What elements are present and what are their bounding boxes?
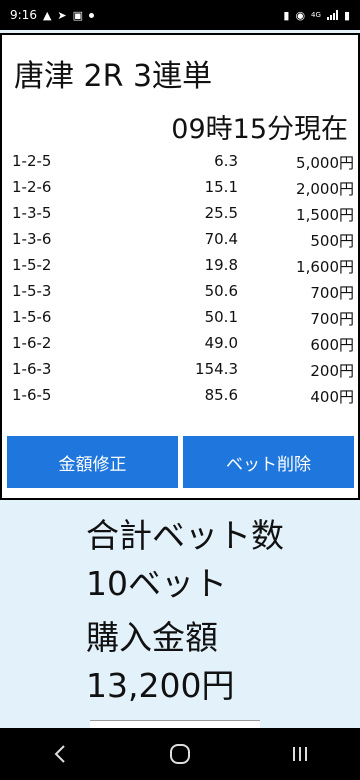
location-icon: ◉ bbox=[295, 8, 306, 22]
bet-amount: 700円 bbox=[310, 284, 354, 302]
bet-combination: 1-3-5 bbox=[12, 204, 52, 222]
bet-odds: 85.6 bbox=[204, 386, 238, 404]
warning-icon: ▲ bbox=[42, 8, 52, 22]
bet-odds: 50.6 bbox=[204, 282, 238, 300]
notification-dot-icon bbox=[89, 12, 95, 18]
back-button[interactable] bbox=[30, 734, 90, 774]
bet-row: 1-3-6 70.4 500円 bbox=[2, 227, 358, 253]
bet-combination: 1-2-5 bbox=[12, 152, 52, 170]
bet-odds: 6.3 bbox=[214, 152, 238, 170]
total-bets-label: 合計ベット数 bbox=[86, 516, 284, 555]
bet-odds: 49.0 bbox=[204, 334, 238, 352]
bet-amount: 2,000円 bbox=[296, 180, 354, 198]
bet-amount: 200円 bbox=[310, 362, 354, 380]
delete-bet-button[interactable]: ベット削除 bbox=[183, 436, 354, 488]
home-button[interactable] bbox=[150, 734, 210, 774]
bet-row: 1-2-6 15.1 2,000円 bbox=[2, 175, 358, 201]
bet-odds: 154.3 bbox=[195, 360, 238, 378]
image-icon: ▣ bbox=[72, 8, 84, 22]
race-title: 唐津 2R 3連単 bbox=[14, 59, 213, 94]
bet-combination: 1-2-6 bbox=[12, 178, 52, 196]
signal-icon bbox=[326, 10, 338, 20]
bet-amount: 5,000円 bbox=[296, 154, 354, 172]
bet-combination: 1-5-2 bbox=[12, 256, 52, 274]
bet-amount: 700円 bbox=[310, 310, 354, 328]
status-left: 9:16 ▲ ➤ ▣ bbox=[10, 8, 95, 22]
bet-card: 唐津 2R 3連単 09時15分現在 1-2-5 6.3 5,000円 1-2-… bbox=[0, 33, 360, 500]
odds-timestamp: 09時15分現在 bbox=[171, 114, 348, 145]
bet-row: 1-5-6 50.1 700円 bbox=[2, 305, 358, 331]
bet-row: 1-5-2 19.8 1,600円 bbox=[2, 253, 358, 279]
status-time: 9:16 bbox=[10, 8, 37, 22]
bet-amount: 600円 bbox=[310, 336, 354, 354]
recents-button[interactable] bbox=[270, 734, 330, 774]
bet-odds: 50.1 bbox=[204, 308, 238, 326]
bet-row: 1-6-5 85.6 400円 bbox=[2, 383, 358, 409]
bet-combination: 1-6-2 bbox=[12, 334, 52, 352]
bet-row: 1-5-3 50.6 700円 bbox=[2, 279, 358, 305]
bet-row: 1-6-2 49.0 600円 bbox=[2, 331, 358, 357]
bet-amount: 1,500円 bbox=[296, 206, 354, 224]
total-bets-value: 10ベット bbox=[86, 564, 227, 603]
bet-combination: 1-5-6 bbox=[12, 308, 52, 326]
navigation-icon: ➤ bbox=[57, 8, 67, 22]
network-4g-icon: 4G bbox=[311, 11, 321, 19]
edit-amount-button[interactable]: 金額修正 bbox=[7, 436, 178, 488]
bet-amount: 400円 bbox=[310, 388, 354, 406]
bet-row: 1-2-5 6.3 5,000円 bbox=[2, 149, 358, 175]
bet-amount: 1,600円 bbox=[296, 258, 354, 276]
bet-amount: 500円 bbox=[310, 232, 354, 250]
scroll-peek-element bbox=[90, 720, 260, 728]
bet-odds: 19.8 bbox=[204, 256, 238, 274]
back-icon bbox=[54, 745, 65, 763]
bet-odds: 70.4 bbox=[204, 230, 238, 248]
status-right: ▮ ◉ 4G ▮ bbox=[283, 10, 350, 21]
status-bar: 9:16 ▲ ➤ ▣ ▮ ◉ 4G ▮ bbox=[0, 0, 360, 30]
system-nav-bar bbox=[0, 728, 360, 780]
bet-combination: 1-6-3 bbox=[12, 360, 52, 378]
bet-combination: 1-6-5 bbox=[12, 386, 52, 404]
bet-odds: 25.5 bbox=[204, 204, 238, 222]
bet-odds: 15.1 bbox=[204, 178, 238, 196]
recents-icon bbox=[293, 747, 307, 761]
battery-saver-icon: ▮ bbox=[283, 8, 290, 22]
bet-summary: 合計ベット数 10ベット 購入金額 13,200円 bbox=[86, 512, 284, 710]
purchase-amount-value: 13,200円 bbox=[86, 666, 235, 705]
purchase-amount-label: 購入金額 bbox=[86, 618, 218, 657]
bet-combination: 1-5-3 bbox=[12, 282, 52, 300]
battery-icon: ▮ bbox=[343, 8, 350, 22]
bet-row: 1-3-5 25.5 1,500円 bbox=[2, 201, 358, 227]
bet-combination: 1-3-6 bbox=[12, 230, 52, 248]
home-icon bbox=[170, 744, 190, 764]
bet-row: 1-6-3 154.3 200円 bbox=[2, 357, 358, 383]
bet-list: 1-2-5 6.3 5,000円 1-2-6 15.1 2,000円 1-3-5… bbox=[2, 149, 358, 409]
